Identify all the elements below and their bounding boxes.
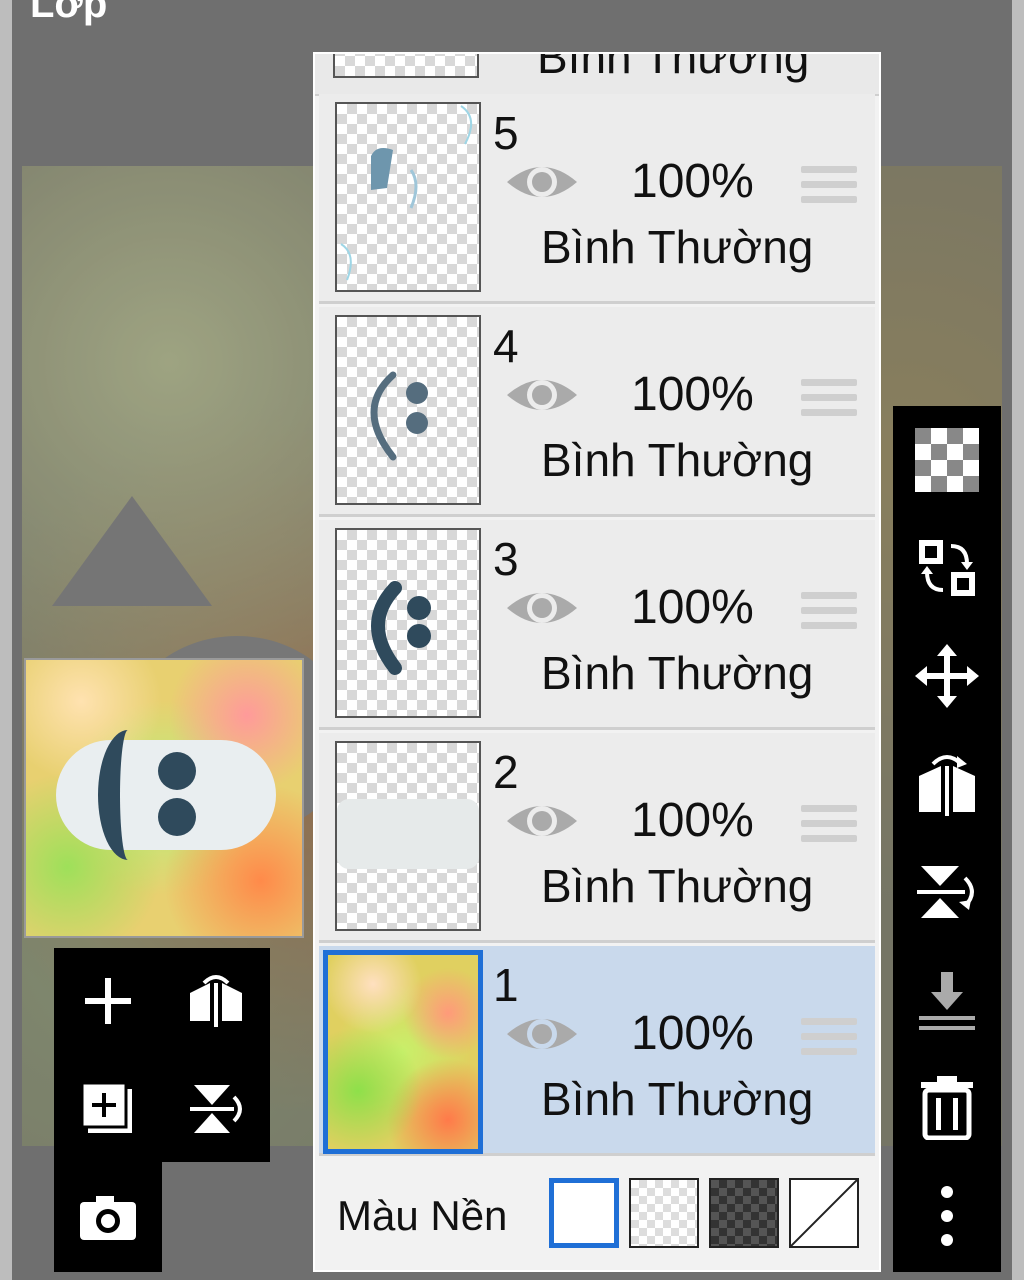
right-toolbar [893, 406, 1001, 1272]
bg-swatch-transparent-light[interactable] [629, 1178, 699, 1248]
flip-horizontal-icon[interactable] [893, 734, 1001, 834]
background-color-row: Màu Nền [315, 1160, 879, 1270]
layer-item[interactable]: 3 100% Bình Thường [319, 520, 875, 730]
drag-handle-icon[interactable] [801, 805, 857, 851]
bg-swatch-transparent-dark[interactable] [709, 1178, 779, 1248]
panel-title: Lớp [30, 0, 108, 26]
layer-blend-mode[interactable]: Bình Thường [541, 646, 813, 700]
layer-blend-mode[interactable]: Bình Thường [541, 433, 813, 487]
layer-opacity[interactable]: 100% [631, 793, 754, 848]
layer-item[interactable]: 2 100% Bình Thường [319, 733, 875, 943]
layer-number: 3 [493, 533, 519, 585]
window-frame-left [0, 0, 12, 1280]
layer-number: 4 [493, 320, 519, 372]
layer-thumbnail [333, 54, 479, 78]
layer-item[interactable]: 5 100% Bình Thường [319, 94, 875, 304]
add-layer-copy-icon[interactable] [54, 1056, 162, 1162]
visibility-eye-icon[interactable] [505, 373, 579, 417]
layer-blend-mode[interactable]: Bình Thường [541, 859, 813, 913]
layer-panel: Bình Thường 5 100% Bình Thường 4 100% Bì… [313, 52, 881, 1272]
add-layer-icon[interactable] [54, 948, 162, 1054]
layer-thumbnail [335, 315, 481, 505]
layer-thumbnail [335, 102, 481, 292]
drag-handle-icon[interactable] [801, 379, 857, 425]
visibility-eye-icon[interactable] [505, 586, 579, 630]
transparency-icon[interactable] [893, 410, 1001, 510]
drag-handle-icon[interactable] [801, 1018, 857, 1064]
bg-swatch-white[interactable] [549, 1178, 619, 1248]
layer-blend-mode[interactable]: Bình Thường [541, 1072, 813, 1126]
layer-thumbnail [335, 528, 481, 718]
layer-blend-mode[interactable]: Bình Thường [537, 54, 809, 84]
canvas-preview-thumbnail [24, 658, 304, 938]
visibility-eye-icon[interactable] [505, 799, 579, 843]
layer-thumbnail [323, 950, 483, 1154]
layer-item[interactable]: 4 100% Bình Thường [319, 307, 875, 517]
background-color-label: Màu Nền [337, 1192, 508, 1239]
drag-handle-icon[interactable] [801, 166, 857, 212]
flip-vertical-icon[interactable] [162, 1056, 270, 1162]
drag-handle-icon[interactable] [801, 592, 857, 638]
merge-down-icon[interactable] [893, 950, 1001, 1050]
trash-icon[interactable] [893, 1058, 1001, 1158]
flip-horizontal-icon[interactable] [162, 948, 270, 1054]
window-frame-right [1012, 0, 1024, 1280]
layer-opacity[interactable]: 100% [631, 580, 754, 635]
layer-number: 5 [493, 107, 519, 159]
layer-number: 1 [493, 959, 519, 1011]
swap-layer-icon[interactable] [893, 518, 1001, 618]
layer-number: 2 [493, 746, 519, 798]
layer-thumbnail [335, 741, 481, 931]
bg-swatch-none[interactable] [789, 1178, 859, 1248]
layer-opacity[interactable]: 100% [631, 154, 754, 209]
more-icon[interactable] [893, 1166, 1001, 1266]
layer-opacity[interactable]: 100% [631, 1006, 754, 1061]
camera-icon[interactable] [54, 1162, 162, 1272]
layer-list-item-partial[interactable]: Bình Thường [315, 54, 879, 96]
flip-vertical-icon[interactable] [893, 842, 1001, 942]
layer-item-selected[interactable]: 1 100% Bình Thường [319, 946, 875, 1156]
layer-opacity[interactable]: 100% [631, 367, 754, 422]
layer-blend-mode[interactable]: Bình Thường [541, 220, 813, 274]
visibility-eye-icon[interactable] [505, 160, 579, 204]
move-icon[interactable] [893, 626, 1001, 726]
visibility-eye-icon[interactable] [505, 1012, 579, 1056]
